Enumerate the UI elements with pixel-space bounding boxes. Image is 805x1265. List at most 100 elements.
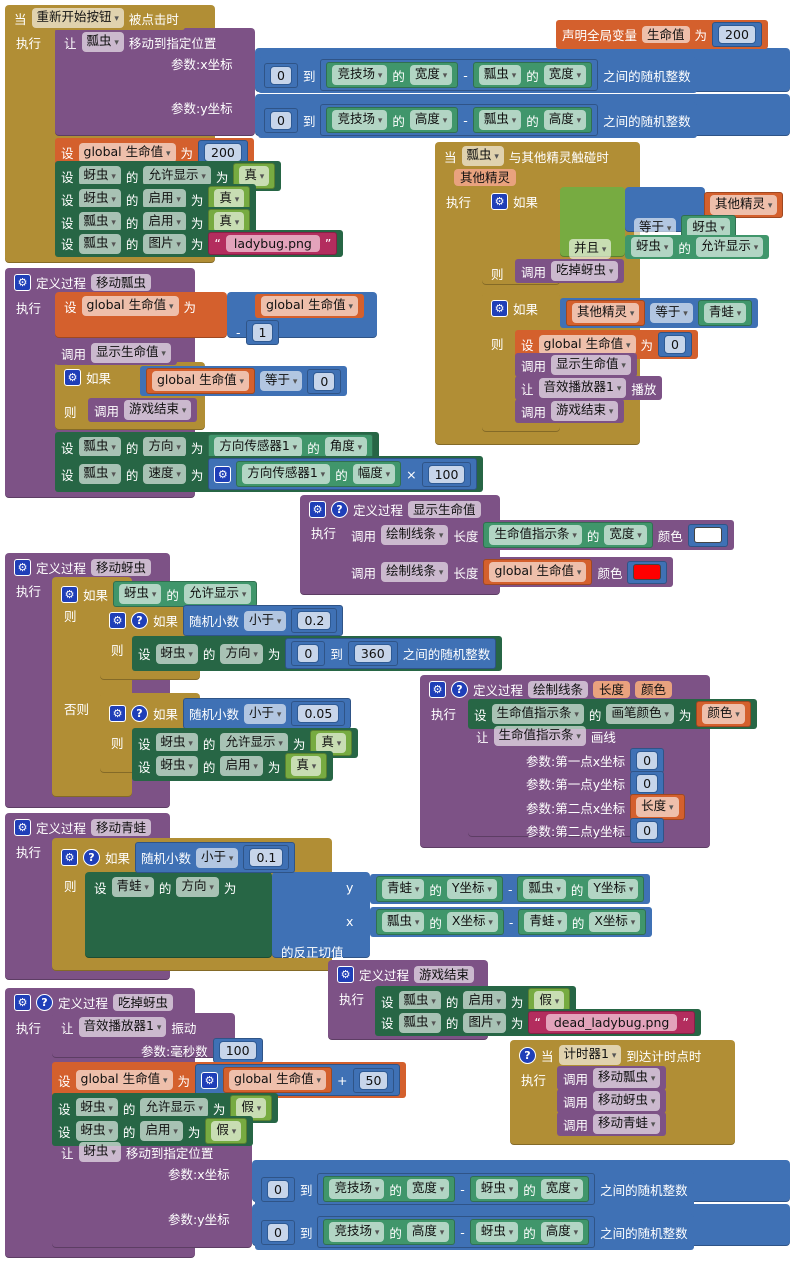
dropdown-field[interactable]: Y坐标 — [588, 879, 639, 899]
dropdown-field[interactable]: 游戏结束 — [551, 401, 619, 421]
block-row-d2[interactable]: 调用绘制线条长度生命值指示条的宽度颜色 — [345, 520, 734, 550]
dropdown-field[interactable]: 真 — [214, 189, 245, 209]
block-row-h9[interactable]: 瓢虫的X坐标-青蛙的X坐标 — [370, 907, 653, 937]
dropdown-field[interactable]: 蚜虫 — [75, 1098, 118, 1118]
number-field[interactable]: 0 — [297, 644, 320, 663]
dropdown-field[interactable]: 等于 — [260, 371, 303, 391]
dropdown-field[interactable]: 蚜虫 — [119, 584, 162, 604]
dropdown-field[interactable]: 启用 — [463, 991, 506, 1011]
block-row-a0[interactable]: 当重新开始按钮被点击时 — [8, 6, 185, 30]
blue-value-block[interactable] — [687, 523, 728, 547]
gear-icon[interactable]: ⚙ — [64, 369, 81, 386]
blue-value-block[interactable]: 竞技场的高度-蚜虫的高度 — [317, 1216, 596, 1248]
dropdown-field[interactable]: 真 — [214, 212, 245, 232]
text-field[interactable]: ladybug.png — [225, 235, 320, 252]
dropdown-field[interactable]: 瓢虫 — [81, 32, 124, 52]
dropdown-field[interactable]: 真 — [239, 166, 270, 186]
parameter-chip[interactable]: 其他精灵 — [454, 169, 517, 186]
text-field[interactable]: dead_ladybug.png — [545, 1014, 678, 1031]
dropdown-field[interactable]: 方向 — [176, 877, 219, 897]
gear-icon[interactable]: ⚙ — [337, 966, 354, 983]
gear-icon[interactable]: ⚙ — [14, 274, 31, 291]
block-row-g0[interactable]: 声明全局变量 生命值为 200 — [556, 20, 768, 49]
dropdown-field[interactable]: 游戏结束 — [124, 400, 192, 420]
gear-icon[interactable]: ⚙ — [14, 819, 31, 836]
green-value-block[interactable]: 青蛙的X坐标 — [518, 909, 647, 935]
green-value-block[interactable]: 瓢虫的宽度 — [472, 62, 593, 88]
name-field[interactable]: 绘制线条 — [528, 681, 589, 698]
blue-value-block[interactable]: 360 — [347, 641, 398, 666]
block-row-b11[interactable]: 设瓢虫的速度为⚙方向传感器1的幅度×100 — [55, 456, 484, 492]
green-value-block[interactable]: 方向传感器1的幅度 — [236, 461, 402, 487]
block-row-d3[interactable]: 调用绘制线条长度 global 生命值颜色 — [345, 557, 674, 587]
dropdown-field[interactable]: 方向 — [220, 643, 263, 664]
number-field[interactable]: 100 — [218, 1041, 257, 1060]
dropdown-field[interactable]: 蚜虫 — [78, 189, 121, 209]
dropdown-field[interactable]: 移动瓢虫 — [593, 1068, 661, 1088]
number-field[interactable]: 0 — [664, 335, 686, 354]
dropdown-field[interactable]: 小于 — [244, 703, 287, 724]
dropdown-field[interactable]: 等于 — [650, 303, 693, 323]
block-row-j2[interactable]: 调用 移动瓢虫 — [557, 1066, 667, 1090]
dropdown-field[interactable]: 瓢虫 — [478, 65, 522, 85]
dropdown-field[interactable]: 绘制线条 — [381, 562, 449, 582]
green-value-block[interactable]: 竞技场的高度 — [323, 1219, 456, 1245]
orange-value-block[interactable]: global 生命值 — [483, 559, 593, 585]
dropdown-field[interactable]: 瓢虫 — [398, 1012, 441, 1033]
blue-value-block[interactable]: 随机小数小于 0.2 — [183, 605, 344, 636]
color-swatch[interactable] — [633, 564, 662, 580]
name-field[interactable]: 游戏结束 — [414, 966, 475, 983]
dropdown-field[interactable]: 允许显示 — [140, 1098, 208, 1118]
dropdown-field[interactable]: 蚜虫 — [155, 733, 198, 753]
dropdown-field[interactable]: 瓢虫 — [382, 912, 425, 932]
dropdown-field[interactable]: 蚜虫 — [155, 756, 198, 776]
number-field[interactable]: 0.1 — [249, 848, 284, 867]
block-row-a6[interactable]: 0到竞技场的高度-瓢虫的高度之间的随机整数 — [258, 102, 697, 138]
number-field[interactable]: 0 — [636, 751, 659, 770]
help-icon[interactable]: ? — [131, 705, 148, 722]
dropdown-field[interactable]: global 生命值 — [78, 142, 176, 163]
number-field[interactable]: 50 — [358, 1070, 389, 1090]
blue-value-block[interactable]: 随机小数小于 0.05 — [183, 698, 352, 729]
dropdown-field[interactable]: 小于 — [244, 610, 287, 631]
help-icon[interactable]: ? — [131, 612, 148, 629]
block-row-k11[interactable]: 0到竞技场的高度-蚜虫的高度之间的随机整数 — [255, 1214, 694, 1250]
blue-value-block[interactable]: 1 — [245, 320, 280, 345]
dropdown-field[interactable]: 青蛙 — [111, 877, 154, 897]
help-icon[interactable]: ? — [83, 849, 100, 866]
blue-value-block[interactable]: 0.1 — [243, 845, 290, 870]
blue-value-block[interactable]: 0.2 — [291, 608, 338, 633]
dropdown-field[interactable]: 假 — [236, 1098, 267, 1118]
block-row-j4[interactable]: 调用 移动青蛙 — [557, 1112, 667, 1136]
dropdown-field[interactable]: 瓢虫 — [78, 233, 121, 254]
block-row-b3[interactable]: global 生命值 — [255, 294, 364, 318]
dropdown-field[interactable]: 启用 — [140, 1121, 183, 1141]
dropdown-field[interactable]: 高度 — [409, 110, 453, 130]
gear-icon[interactable]: ⚙ — [491, 300, 508, 317]
dropdown-field[interactable]: 青蛙 — [382, 879, 425, 899]
blue-value-block[interactable]: 0 — [307, 368, 342, 394]
dropdown-field[interactable]: 移动蚜虫 — [593, 1091, 661, 1111]
green-value-block[interactable]: 瓢虫的Y坐标 — [517, 876, 645, 902]
dropdown-field[interactable]: 长度 — [636, 797, 679, 817]
dropdown-field[interactable]: 允许显示 — [183, 584, 252, 604]
blue-value-block[interactable]: 竞技场的高度-瓢虫的高度 — [320, 104, 599, 136]
number-field[interactable]: 0 — [636, 821, 659, 840]
gear-icon[interactable]: ⚙ — [491, 193, 508, 210]
dropdown-field[interactable]: global 生命值 — [538, 334, 636, 355]
green-value-block[interactable]: 竞技场的高度 — [326, 107, 459, 133]
dropdown-field[interactable]: 青蛙 — [524, 912, 567, 932]
name-field[interactable]: 移动瓢虫 — [91, 274, 152, 291]
dropdown-field[interactable]: 方向 — [143, 437, 186, 457]
dropdown-field[interactable]: 生命值指示条 — [489, 525, 582, 545]
dropdown-field[interactable]: 方向传感器1 — [242, 464, 331, 484]
blue-value-block[interactable] — [627, 560, 668, 584]
block-row-a5[interactable]: 0到竞技场的宽度-瓢虫的宽度之间的随机整数 — [258, 57, 697, 93]
gear-icon[interactable]: ⚙ — [214, 465, 232, 483]
dropdown-field[interactable]: 其他精灵 — [572, 303, 640, 323]
dropdown-field[interactable]: 启用 — [143, 212, 186, 232]
block-row-c15[interactable]: 让音效播放器1播放 — [515, 376, 663, 400]
dropdown-field[interactable]: 蚜虫 — [78, 1142, 121, 1162]
dropdown-field[interactable]: X坐标 — [589, 912, 641, 932]
dropdown-field[interactable]: 计时器1 — [558, 1045, 622, 1065]
